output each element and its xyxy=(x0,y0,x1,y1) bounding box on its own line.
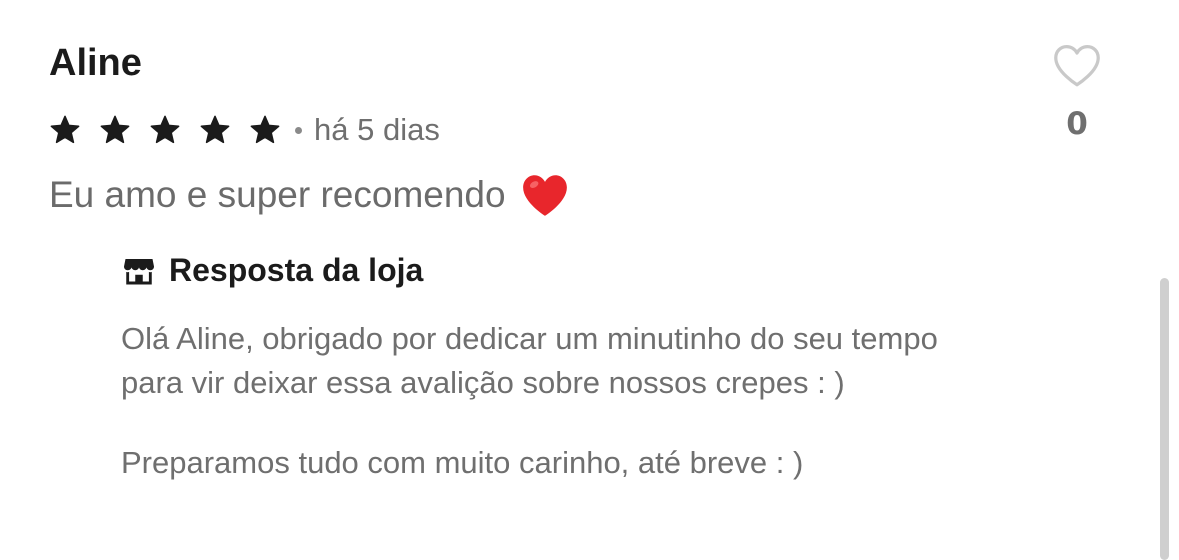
store-reply-body: Olá Aline, obrigado por dedicar um minut… xyxy=(121,317,1121,485)
store-reply-line: Olá Aline, obrigado por dedicar um minut… xyxy=(121,321,938,356)
star-icon xyxy=(149,114,181,146)
review-date: há 5 dias xyxy=(314,112,440,147)
store-icon xyxy=(121,253,157,289)
star-icon xyxy=(99,114,131,146)
heart-outline-icon[interactable] xyxy=(1051,42,1103,88)
like-count: 0 xyxy=(1066,106,1088,142)
review-comment-text: Eu amo e super recomendo xyxy=(49,174,506,215)
heart-emoji-icon xyxy=(520,172,570,218)
review-meta: há 5 dias xyxy=(49,110,440,150)
store-reply-header: Resposta da loja xyxy=(121,252,1121,289)
star-icon xyxy=(49,114,81,146)
star-icon xyxy=(199,114,231,146)
review-comment: Eu amo e super recomendo xyxy=(49,172,570,218)
star-icon xyxy=(249,114,281,146)
store-reply-closing: Preparamos tudo com muito carinho, até b… xyxy=(121,445,804,480)
star-rating xyxy=(49,114,281,146)
reviewer-name: Aline xyxy=(49,42,142,84)
separator-dot xyxy=(295,126,302,134)
scrollbar[interactable] xyxy=(1160,278,1169,560)
store-reply-title: Resposta da loja xyxy=(169,252,424,288)
review-card: Aline 0 há 5 dias Eu amo e super recomen… xyxy=(0,0,1179,558)
store-reply-line: para vir deixar essa avalição sobre noss… xyxy=(121,365,845,400)
store-reply: Resposta da loja Olá Aline, obrigado por… xyxy=(121,252,1121,485)
like-control[interactable]: 0 xyxy=(1048,42,1106,140)
